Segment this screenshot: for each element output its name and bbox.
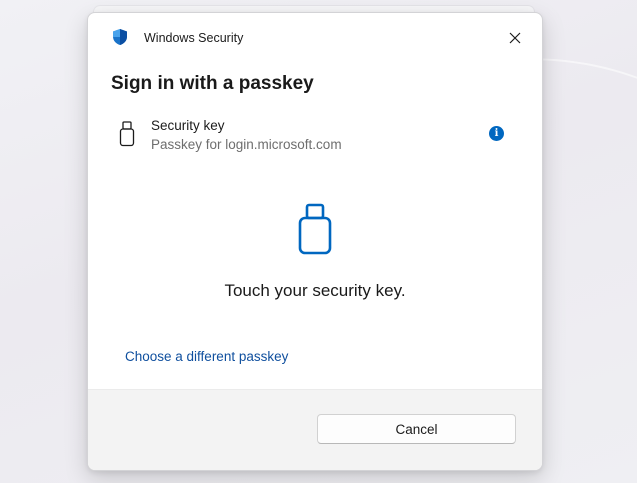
usb-key-icon — [298, 203, 332, 255]
close-button[interactable] — [500, 25, 530, 51]
method-subtitle: Passkey for login.microsoft.com — [151, 137, 342, 152]
prompt-text: Touch your security key. — [224, 281, 406, 300]
title-bar: Windows Security — [88, 13, 542, 63]
dialog-footer: Cancel — [88, 389, 542, 470]
usb-key-icon — [119, 121, 135, 147]
window-title: Windows Security — [144, 31, 244, 45]
info-icon[interactable]: i — [489, 126, 504, 141]
dialog-heading: Sign in with a passkey — [111, 73, 314, 94]
cancel-button[interactable]: Cancel — [317, 414, 516, 444]
choose-different-passkey-link[interactable]: Choose a different passkey — [125, 349, 288, 364]
shield-icon — [113, 29, 127, 45]
passkey-dialog: Windows Security Sign in with a passkey … — [87, 12, 543, 471]
method-title: Security key — [151, 118, 225, 133]
auth-method-row: Security key Passkey for login.microsoft… — [111, 117, 512, 157]
close-icon — [509, 32, 521, 44]
